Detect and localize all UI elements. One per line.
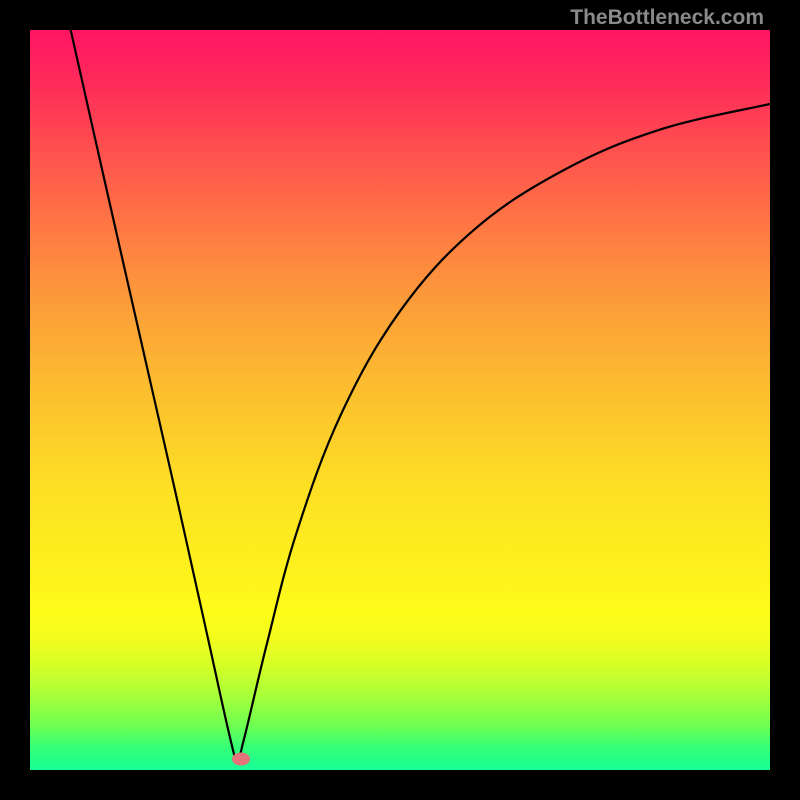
minimum-marker (232, 752, 250, 765)
chart-container: TheBottleneck.com (0, 0, 800, 800)
bottleneck-curve (30, 30, 770, 770)
plot-area (30, 30, 770, 770)
watermark-text: TheBottleneck.com (570, 6, 764, 30)
